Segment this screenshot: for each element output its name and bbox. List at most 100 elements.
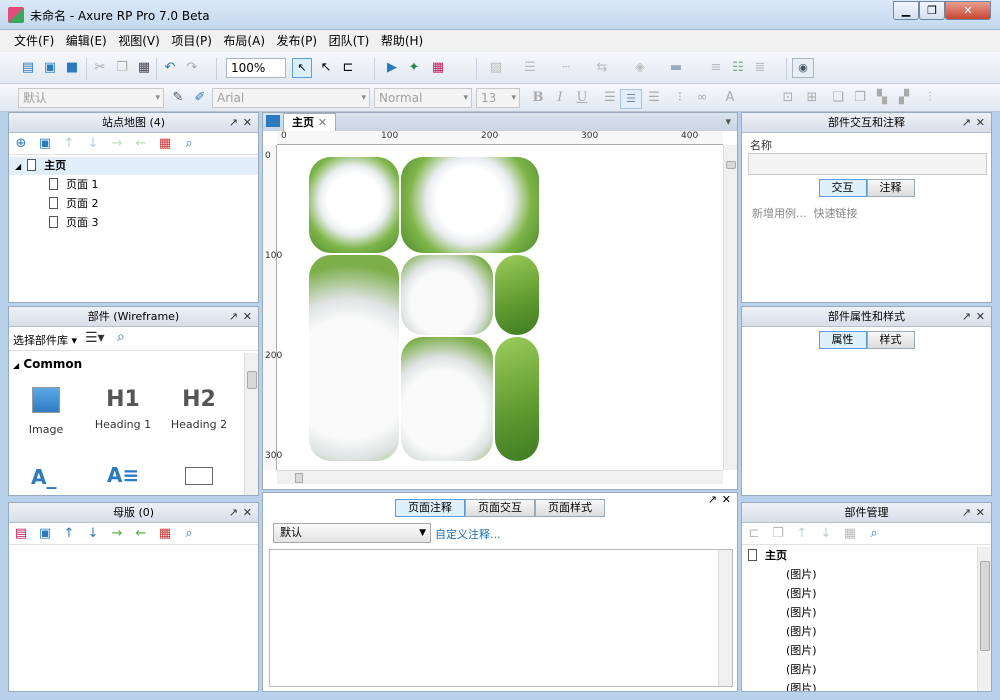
delete-icon[interactable]: ▦ [157,136,173,152]
library-select[interactable]: 选择部件库 ▾ [13,332,77,348]
move-down-icon[interactable]: ↓ [85,526,101,542]
quick-link[interactable]: 快速链接 [814,207,858,220]
close-icon[interactable]: ✕ [976,503,985,522]
pin-icon[interactable]: ↗ [229,307,238,326]
tree-item-page-2[interactable]: 页面 2 [49,195,99,213]
tab-page-notes[interactable]: 页面注释 [395,499,465,517]
add-case-link[interactable]: 新增用例... [752,207,807,220]
close-icon[interactable]: ✕ [243,503,252,522]
copy-icon[interactable]: ❐ [114,60,130,76]
menu-view[interactable]: 视图(V) [114,30,164,52]
tab-properties[interactable]: 属性 [818,331,867,349]
tab-notes[interactable]: 注释 [866,179,915,197]
tab-menu-icon[interactable]: ▾ [725,115,731,128]
image-widget[interactable] [309,157,399,253]
notes-textarea[interactable] [269,549,733,687]
custom-notes-link[interactable]: 自定义注释... [435,526,501,542]
outdent-icon[interactable]: ← [133,136,149,152]
search-icon[interactable]: ⌕ [866,526,882,542]
image-widget[interactable] [401,255,493,335]
menu-publish[interactable]: 发布(P) [273,30,322,52]
tab-interactions[interactable]: 交互 [818,179,867,197]
zoom-select[interactable]: 100% [226,58,286,78]
close-tab-icon[interactable]: ✕ [318,116,327,129]
canvas-horizontal-scrollbar[interactable] [277,470,723,484]
style-select[interactable]: 默认 [18,88,164,108]
connect-pointer-icon[interactable]: ↖ [318,60,334,76]
undo-icon[interactable]: ↶ [162,60,178,76]
paragraph-widget-icon[interactable]: A≡ [107,463,139,487]
move-down-icon[interactable]: ↓ [85,136,101,152]
pin-icon[interactable]: ↗ [229,503,238,522]
add-page-icon[interactable]: ⊕ [13,136,29,152]
outdent-icon[interactable]: ← [133,526,149,542]
close-icon[interactable]: ✕ [243,113,252,132]
new-file-icon[interactable]: ▤ [20,60,36,76]
pin-icon[interactable]: ↗ [962,307,971,326]
brush-icon[interactable]: ✐ [192,90,208,106]
search-icon[interactable]: ⌕ [181,526,197,542]
pin-icon[interactable]: ↗ [962,113,971,132]
search-icon[interactable]: ⌕ [181,136,197,152]
add-folder-icon[interactable]: ▣ [37,136,53,152]
style-manager-icon[interactable]: ✎ [170,90,186,106]
tab-home[interactable]: 主页 ✕ [283,113,337,131]
image-widget[interactable] [495,255,539,335]
save-icon[interactable]: ■ [64,60,80,76]
widget-image[interactable]: Image [23,387,69,436]
manager-item[interactable]: (图片) [786,604,817,622]
pin-icon[interactable]: ↗ [708,493,717,506]
add-folder-icon[interactable]: ▣ [37,526,53,542]
menu-file[interactable]: 文件(F) [10,30,58,52]
menu-icon[interactable]: ☰▾ [85,330,105,346]
font-size-select[interactable]: 13 [476,88,520,108]
menu-help[interactable]: 帮助(H) [377,30,427,52]
add-master-icon[interactable]: ▤ [13,526,29,542]
move-up-icon[interactable]: ↑ [794,526,810,542]
menu-layout[interactable]: 布局(A) [219,30,269,52]
font-weight-select[interactable]: Normal [374,88,472,108]
pin-icon[interactable]: ↗ [962,503,971,522]
close-icon[interactable]: ✕ [976,307,985,326]
share-icon[interactable]: ✦ [406,60,422,76]
minimize-button[interactable]: ▁ [893,1,919,20]
close-icon[interactable]: ✕ [243,307,252,326]
section-header[interactable]: ◢ Common [13,357,82,371]
redo-icon[interactable]: ↷ [184,60,200,76]
menu-edit[interactable]: 编辑(E) [62,30,111,52]
widget-heading-2[interactable]: H2 Heading 2 [169,387,229,431]
font-select[interactable]: Arial [212,88,370,108]
tab-page-style[interactable]: 页面样式 [535,499,605,517]
connector-tool-icon[interactable]: ⊏ [340,60,356,76]
tree-item-home[interactable]: ◢ 主页 [9,157,258,175]
widgets-scrollbar[interactable] [244,353,258,495]
name-input[interactable] [748,153,987,175]
tab-style[interactable]: 样式 [866,331,915,349]
move-down-icon[interactable]: ↓ [818,526,834,542]
close-button[interactable]: ✕ [945,1,991,20]
notes-field-select[interactable]: 默认 ▼ [273,523,431,543]
publish-icon[interactable]: ▦ [430,60,446,76]
image-widget[interactable] [495,337,539,461]
canvas-vertical-scrollbar[interactable] [723,145,737,470]
close-icon[interactable]: ✕ [722,493,731,506]
restore-button[interactable]: ❐ [919,1,945,20]
paste-icon[interactable]: ▦ [136,60,152,76]
delete-icon[interactable]: ▦ [157,526,173,542]
manager-item[interactable]: (图片) [786,585,817,603]
tab-page-interactions[interactable]: 页面交互 [465,499,535,517]
manager-item[interactable]: (图片) [786,680,817,691]
image-widget[interactable] [401,337,493,461]
indent-icon[interactable]: → [109,136,125,152]
manager-item[interactable]: (图片) [786,623,817,641]
pin-icon[interactable]: ↗ [229,113,238,132]
preview-icon[interactable]: ▶ [384,60,400,76]
move-up-icon[interactable]: ↑ [61,526,77,542]
rectangle-widget-icon[interactable] [185,467,213,485]
indent-icon[interactable]: → [109,526,125,542]
filter-icon[interactable]: ⊏ [746,526,762,542]
menu-project[interactable]: 项目(P) [167,30,216,52]
image-widget[interactable] [309,255,399,461]
search-icon[interactable]: ⌕ [117,329,125,345]
manager-root[interactable]: 主页 [748,547,787,565]
